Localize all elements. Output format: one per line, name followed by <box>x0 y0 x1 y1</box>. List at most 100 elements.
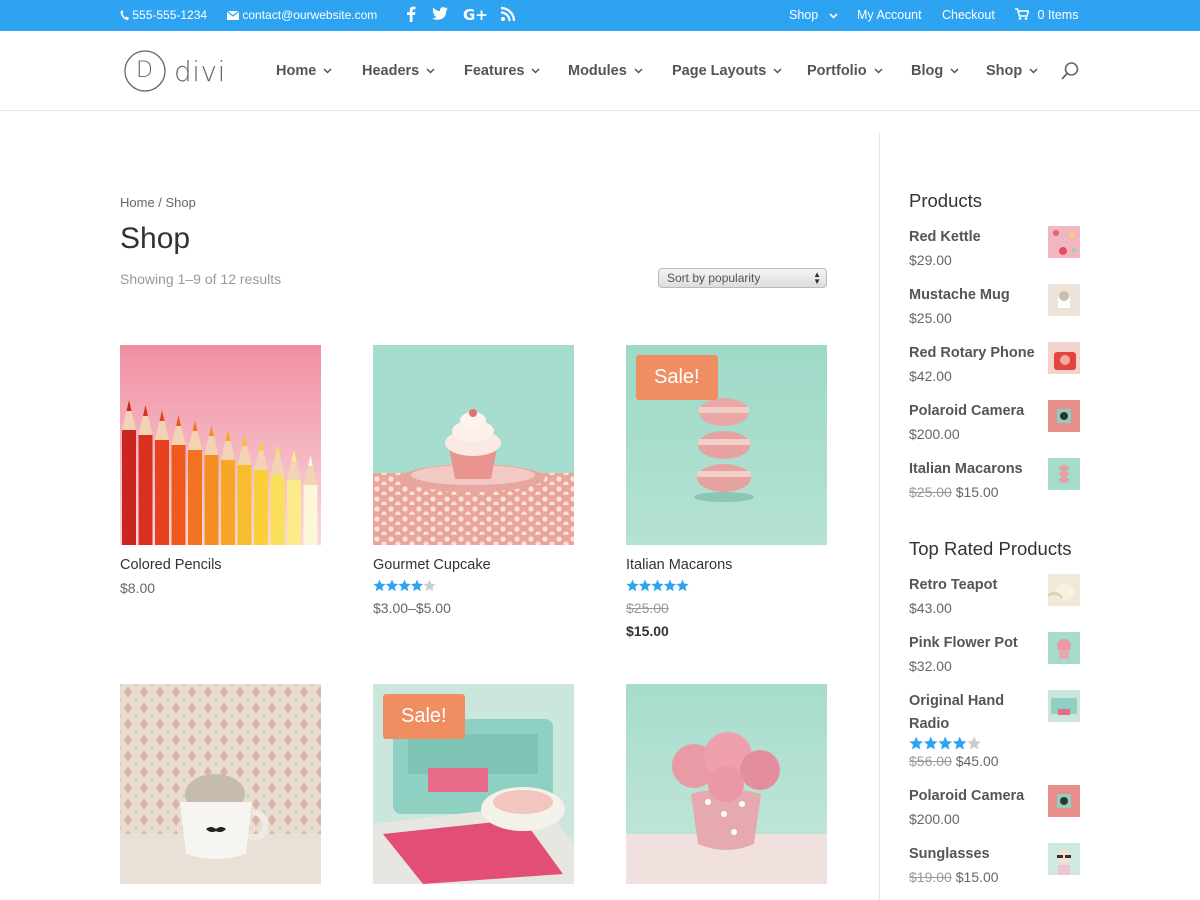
breadcrumb: Home / Shop <box>120 195 196 210</box>
star-filled-icon <box>952 736 967 750</box>
sidebar-product-name[interactable]: Sunglasses <box>909 846 990 862</box>
product-price: $8.00 <box>120 580 156 596</box>
star-filled-icon <box>385 579 399 592</box>
sidebar-product-price: $19.00 $15.00 <box>909 869 999 885</box>
google-plus-icon[interactable]: G+ <box>462 6 488 24</box>
nav-home-label: Home <box>276 63 317 79</box>
product-image[interactable] <box>120 684 321 884</box>
twitter-icon[interactable] <box>431 6 449 24</box>
product-old-price: $25.00 <box>626 600 669 616</box>
topbar-link-checkout[interactable]: Checkout <box>942 0 995 31</box>
chevron-down-icon <box>829 13 838 19</box>
sidebar-products-title: Products <box>909 190 983 211</box>
sale-badge: Sale! <box>636 355 718 400</box>
sidebar-product-thumb[interactable] <box>1048 226 1080 258</box>
sidebar-top-rated-title: Top Rated Products <box>909 538 1072 559</box>
sidebar-product-thumb[interactable] <box>1048 458 1080 490</box>
sidebar-product-sale-price: $15.00 <box>955 484 999 500</box>
sidebar-product-sale-price: $45.00 <box>955 753 999 769</box>
sidebar-product-price: $200.00 <box>909 426 960 442</box>
search-icon[interactable] <box>1060 61 1080 81</box>
chevron-down-icon <box>1029 68 1038 74</box>
nav-home[interactable]: Home <box>276 31 332 111</box>
nav-modules-label: Modules <box>568 63 627 79</box>
sidebar-product-price: $43.00 <box>909 600 952 616</box>
sidebar-product-name[interactable]: Polaroid Camera <box>909 788 1024 804</box>
sidebar-product-thumb[interactable] <box>1048 400 1080 432</box>
topbar-link-shop[interactable]: Shop <box>789 0 838 31</box>
sort-select-value: Sort by popularity <box>667 271 761 285</box>
rss-icon[interactable] <box>499 6 517 24</box>
star-filled-icon <box>923 736 938 750</box>
sidebar-product-price: $42.00 <box>909 368 952 384</box>
sort-select[interactable]: Sort by popularity ▲ ▼ <box>658 268 827 288</box>
sidebar-product-name[interactable]: Retro Teapot <box>909 577 997 593</box>
product-image[interactable] <box>626 684 827 884</box>
chevron-down-icon <box>531 68 540 74</box>
star-empty-icon <box>423 579 436 592</box>
sidebar-product-name[interactable]: Red Rotary Phone <box>909 345 1035 361</box>
svg-text:G+: G+ <box>463 6 487 22</box>
nav-blog[interactable]: Blog <box>911 31 959 111</box>
sidebar-product-name[interactable]: Original Hand <box>909 693 1004 709</box>
sidebar-product-thumb[interactable] <box>1048 785 1080 817</box>
cart-link[interactable]: 0 Items <box>1015 0 1078 31</box>
topbar-link-shop-label: Shop <box>789 8 819 22</box>
nav-page-layouts[interactable]: Page Layouts <box>672 31 782 111</box>
chevron-down-icon <box>773 68 782 74</box>
product-name[interactable]: Italian Macarons <box>626 557 732 573</box>
phone-contact: 555-555-1234 <box>120 0 207 31</box>
star-filled-icon <box>663 579 677 592</box>
chevron-down-icon <box>634 68 643 74</box>
nav-portfolio[interactable]: Portfolio <box>807 31 883 111</box>
nav-headers[interactable]: Headers <box>362 31 435 111</box>
sidebar-product-thumb[interactable] <box>1048 342 1080 374</box>
rating-stars <box>909 736 983 750</box>
product-image[interactable]: Sale! <box>373 684 574 884</box>
star-filled-icon <box>410 579 424 592</box>
chevron-down-icon <box>874 68 883 74</box>
star-filled-icon <box>373 579 386 592</box>
email-address: contact@ourwebsite.com <box>242 8 378 22</box>
sidebar-product-old-price: $56.00 <box>909 753 952 769</box>
sidebar-product-thumb[interactable] <box>1048 843 1080 875</box>
sidebar-product-thumb[interactable] <box>1048 632 1080 664</box>
main-header: D divi Home Headers Features Modules Pag… <box>0 31 1200 111</box>
sidebar-product-name[interactable]: Pink Flower Pot <box>909 635 1018 651</box>
sidebar-product-name[interactable]: Italian Macarons <box>909 461 1023 477</box>
nav-shop[interactable]: Shop <box>986 31 1038 111</box>
envelope-icon <box>226 10 240 21</box>
nav-headers-label: Headers <box>362 63 420 79</box>
facebook-icon[interactable] <box>402 6 420 24</box>
email-contact[interactable]: contact@ourwebsite.com <box>226 0 378 31</box>
nav-modules[interactable]: Modules <box>568 31 643 111</box>
product-price: $3.00–$5.00 <box>373 600 451 616</box>
sidebar-product-name[interactable]: Red Kettle <box>909 229 981 245</box>
sidebar-divider <box>879 133 880 900</box>
sidebar-product-thumb[interactable] <box>1048 284 1080 316</box>
product-name[interactable]: Gourmet Cupcake <box>373 557 491 573</box>
product-image[interactable] <box>373 345 574 545</box>
topbar-link-my-account[interactable]: My Account <box>857 0 922 31</box>
sidebar-product-name[interactable]: Radio <box>909 716 949 732</box>
sidebar-product-price: $200.00 <box>909 811 960 827</box>
sidebar-product-old-price: $19.00 <box>909 869 952 885</box>
chevron-down-icon <box>323 68 332 74</box>
product-image[interactable] <box>120 345 321 545</box>
select-arrows-icon: ▲ ▼ <box>813 270 821 286</box>
product-name[interactable]: Colored Pencils <box>120 557 222 573</box>
star-filled-icon <box>651 579 664 592</box>
sidebar-product-thumb[interactable] <box>1048 574 1080 606</box>
phone-icon <box>120 10 129 21</box>
logo[interactable]: D divi <box>124 49 225 95</box>
star-filled-icon <box>638 579 652 592</box>
sidebar-product-price: $32.00 <box>909 658 952 674</box>
sidebar-product-name[interactable]: Polaroid Camera <box>909 403 1024 419</box>
star-empty-icon <box>967 736 982 750</box>
sidebar-product-name[interactable]: Mustache Mug <box>909 287 1010 303</box>
cart-count: 0 Items <box>1037 8 1079 22</box>
nav-features[interactable]: Features <box>464 31 540 111</box>
sidebar-product-thumb[interactable] <box>1048 690 1080 722</box>
product-image[interactable]: Sale! <box>626 345 827 545</box>
nav-page-layouts-label: Page Layouts <box>672 63 767 79</box>
